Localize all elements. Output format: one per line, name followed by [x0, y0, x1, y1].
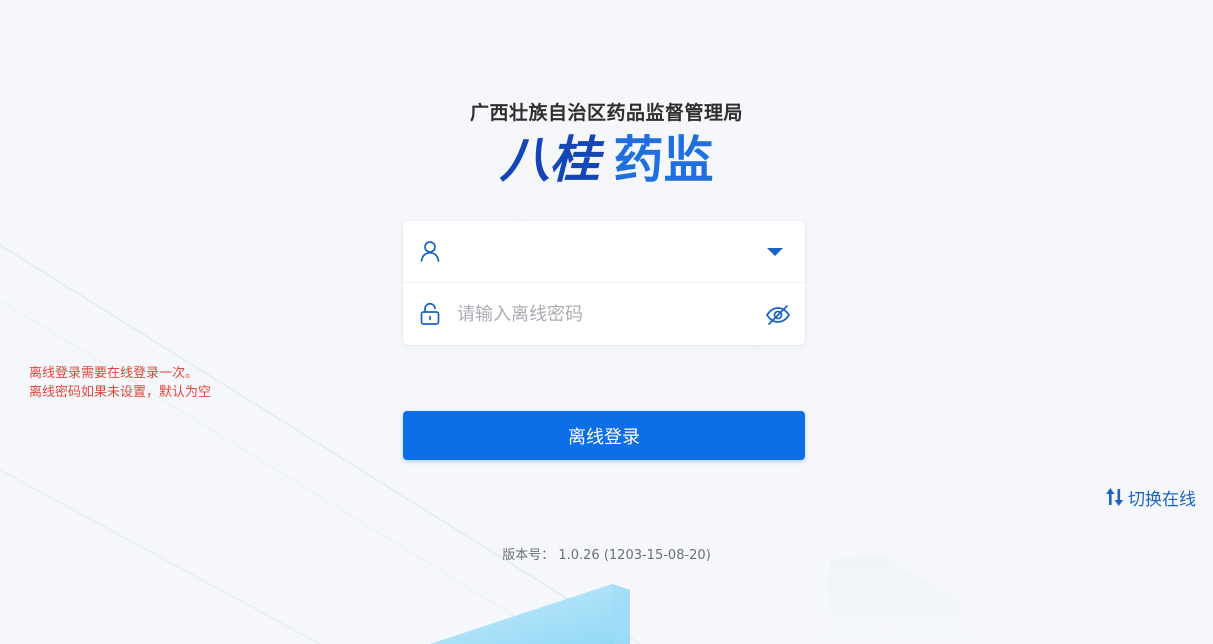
- notice-line-2: 离线密码如果未设置，默认为空: [29, 385, 212, 400]
- notice-line-1: 离线登录需要在线登录一次。: [29, 366, 199, 381]
- password-row: [403, 283, 805, 345]
- brand-logo: 八桂 药监: [0, 128, 1213, 192]
- brand-logo-part1: 八桂: [499, 130, 600, 189]
- version-label: 版本号：: [502, 548, 555, 563]
- username-row: [403, 221, 805, 283]
- login-form: [403, 221, 805, 345]
- switch-arrows-icon: [1106, 488, 1124, 506]
- caret-down-icon[interactable]: [764, 243, 786, 259]
- user-icon: [420, 241, 440, 262]
- offline-login-notice: 离线登录需要在线登录一次。 离线密码如果未设置，默认为空: [29, 364, 211, 402]
- version-info: 版本号： 1.0.26 (1203-15-08-20): [0, 544, 1213, 563]
- switch-online-label: 切换在线: [1128, 489, 1196, 510]
- password-input[interactable]: [457, 297, 747, 331]
- eye-off-icon[interactable]: [765, 303, 791, 327]
- version-value: 1.0.26 (1203-15-08-20): [558, 548, 711, 563]
- brand-logo-part2: 药监: [613, 130, 714, 189]
- offline-login-button[interactable]: 离线登录: [403, 411, 805, 460]
- switch-online-link[interactable]: 切换在线: [1106, 485, 1196, 510]
- lock-icon: [420, 302, 440, 325]
- username-input[interactable]: [457, 235, 747, 269]
- organization-title: 广西壮族自治区药品监督管理局: [469, 102, 743, 124]
